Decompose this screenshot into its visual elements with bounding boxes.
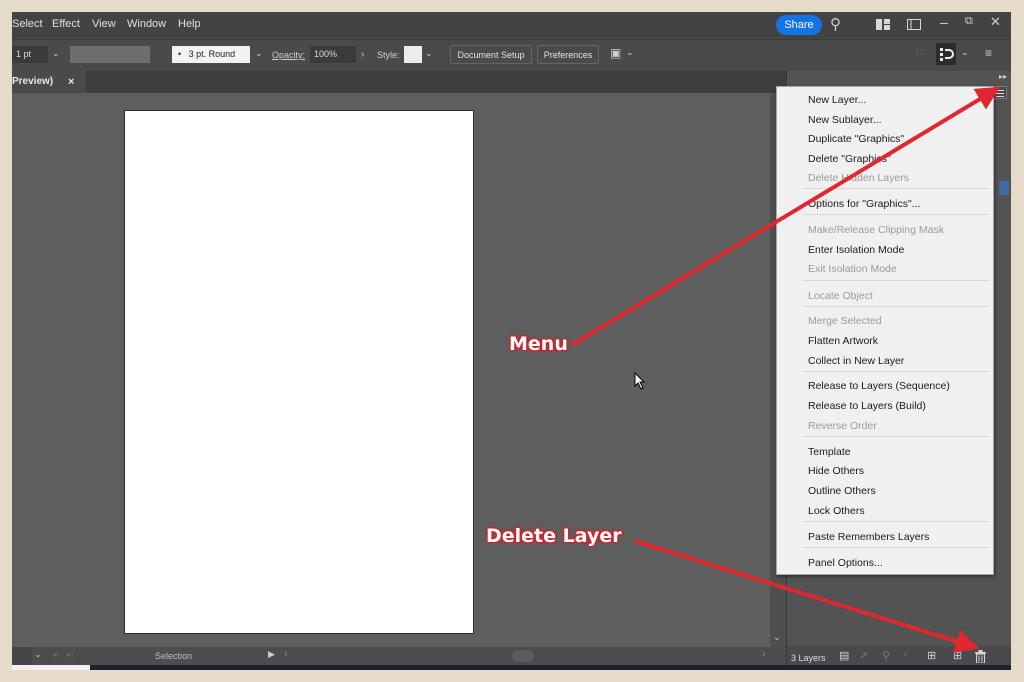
menu-view[interactable]: View xyxy=(92,18,116,30)
status-bar: ⌄ ▸ ▸| Selection ▶ ‹ › xyxy=(12,647,786,665)
new-layer-icon[interactable]: ⊞ xyxy=(953,651,962,662)
select-similar-icon[interactable]: ▣ xyxy=(610,47,621,59)
document-tab[interactable]: Preview) × xyxy=(12,71,86,93)
menu-select[interactable]: Select xyxy=(12,18,43,30)
menu-separator xyxy=(803,521,989,522)
menu-item[interactable]: Outline Others xyxy=(808,482,876,500)
tab-close-icon[interactable]: × xyxy=(68,71,74,93)
menu-item[interactable]: Duplicate "Graphics" xyxy=(808,130,904,148)
menu-separator xyxy=(803,214,989,215)
arrange-documents-icon[interactable] xyxy=(907,19,921,32)
align-grid-icon[interactable]: ∷ xyxy=(916,48,923,59)
opacity-field[interactable]: 100% xyxy=(310,46,356,63)
menu-item[interactable]: Release to Layers (Build) xyxy=(808,397,926,415)
opacity-label[interactable]: Opacity: xyxy=(272,50,305,60)
search-icon[interactable]: ⚲ xyxy=(830,17,841,32)
mouse-cursor-icon xyxy=(634,371,646,395)
horizontal-scroll-thumb[interactable] xyxy=(512,650,534,662)
scroll-left-icon[interactable]: ‹ xyxy=(284,649,288,660)
preferences-button[interactable]: Preferences xyxy=(537,45,599,64)
menu-item[interactable]: Template xyxy=(808,443,851,461)
brush-dot-icon: • xyxy=(178,49,189,59)
trash-icon[interactable] xyxy=(975,650,986,665)
layers-panel-flyout-menu: New Layer... New Sublayer... Duplicate "Gr… xyxy=(776,86,994,575)
chevron-down-icon[interactable]: ⌄ xyxy=(52,49,60,58)
chevron-down-icon[interactable]: ⌄ xyxy=(425,49,433,58)
taskbar xyxy=(12,665,1011,670)
minimize-icon[interactable]: – xyxy=(940,15,948,29)
menu-separator xyxy=(803,280,989,281)
menu-item: Reverse Order xyxy=(808,420,877,432)
menu-item: Make/Release Clipping Mask xyxy=(808,224,944,236)
brush-definition-field[interactable]: • 3 pt. Round xyxy=(172,46,250,63)
close-icon[interactable]: ✕ xyxy=(990,15,1001,28)
style-swatch[interactable] xyxy=(404,46,422,63)
menu-separator xyxy=(803,436,989,437)
menu-item[interactable]: Delete "Graphics" xyxy=(808,150,891,168)
menu-item: Exit Isolation Mode xyxy=(808,263,897,275)
menu-item: Delete Hidden Layers xyxy=(808,172,909,184)
menu-item[interactable]: New Sublayer... xyxy=(808,111,882,129)
menu-item[interactable]: Options for "Graphics"... xyxy=(808,195,921,213)
status-menu-icon[interactable]: ▶ xyxy=(268,650,275,659)
menu-item: Merge Selected xyxy=(808,315,882,327)
menu-item[interactable]: New Layer... xyxy=(808,91,866,109)
menu-item[interactable]: Enter Isolation Mode xyxy=(808,241,904,259)
menu-effect[interactable]: Effect xyxy=(52,18,80,30)
menu-item[interactable]: Hide Others xyxy=(808,462,864,480)
menubar: Select Effect View Window Help Share ⚲ –… xyxy=(12,12,1011,38)
style-label: Style: xyxy=(377,50,400,60)
menu-item[interactable]: Paste Remembers Layers xyxy=(808,528,929,546)
layer-selection-indicator xyxy=(999,181,1009,195)
panel-menu-button[interactable] xyxy=(993,86,1007,99)
collect-for-export-icon[interactable]: ▤ xyxy=(839,651,849,662)
workspace-icon[interactable] xyxy=(876,19,890,30)
menu-separator xyxy=(803,547,989,548)
menu-item[interactable]: Collect in New Layer xyxy=(808,352,904,370)
zoom-field[interactable] xyxy=(12,647,32,665)
document-setup-button[interactable]: Document Setup xyxy=(450,45,532,64)
stroke-weight-field[interactable]: 1 pt xyxy=(12,46,48,63)
document-tab-title: Preview) xyxy=(12,76,54,87)
new-sublayer-icon[interactable]: ⊞ xyxy=(927,651,936,662)
chevron-down-icon[interactable]: ⌄ xyxy=(626,48,634,57)
canvas-area[interactable] xyxy=(12,93,770,647)
menu-item: Locate Object xyxy=(808,290,873,302)
scroll-down-icon[interactable]: ⌄ xyxy=(773,633,781,642)
menu-separator xyxy=(803,371,989,372)
chevron-down-icon[interactable]: ⌄ xyxy=(255,49,263,58)
chevron-down-icon[interactable]: ⌄ xyxy=(34,650,42,659)
properties-list-icon[interactable]: ≡ xyxy=(985,47,992,59)
menu-item[interactable]: Release to Layers (Sequence) xyxy=(808,377,950,395)
share-button[interactable]: Share xyxy=(776,15,822,35)
brush-name: 3 pt. Round xyxy=(188,49,236,59)
artboard[interactable] xyxy=(124,110,474,634)
menu-window[interactable]: Window xyxy=(127,18,166,30)
layer-count: 3 Layers xyxy=(791,653,826,663)
menu-separator xyxy=(803,188,989,189)
current-tool-label: Selection xyxy=(155,651,193,661)
next-artboard-icon[interactable]: ▸ xyxy=(54,651,58,659)
chevron-right-icon[interactable]: › xyxy=(361,50,364,60)
menu-annotation: Menu xyxy=(509,333,568,355)
export-icon[interactable]: ↗ xyxy=(859,651,868,662)
scroll-right-icon[interactable]: › xyxy=(762,649,766,660)
restore-icon[interactable]: ⧉ xyxy=(965,16,973,27)
clipping-mask-icon[interactable]: ▫ xyxy=(904,651,908,661)
snap-toggle[interactable] xyxy=(936,43,956,65)
menu-item[interactable]: Flatten Artwork xyxy=(808,332,878,350)
locate-object-icon[interactable]: ⚲ xyxy=(882,651,890,662)
last-artboard-icon[interactable]: ▸| xyxy=(67,651,73,659)
menu-separator xyxy=(803,306,989,307)
variable-width-profile[interactable] xyxy=(70,46,150,63)
chevron-down-icon[interactable]: ⌄ xyxy=(961,48,969,57)
menu-help[interactable]: Help xyxy=(178,18,201,30)
menu-item[interactable]: Lock Others xyxy=(808,502,865,520)
delete-layer-annotation: Delete Layer xyxy=(486,525,622,547)
control-bar: 1 pt ⌄ • 3 pt. Round ⌄ Opacity: 100% › S… xyxy=(12,39,1011,71)
collapse-panel-icon[interactable]: ▸▸ xyxy=(999,73,1007,81)
menu-item[interactable]: Panel Options... xyxy=(808,554,883,572)
